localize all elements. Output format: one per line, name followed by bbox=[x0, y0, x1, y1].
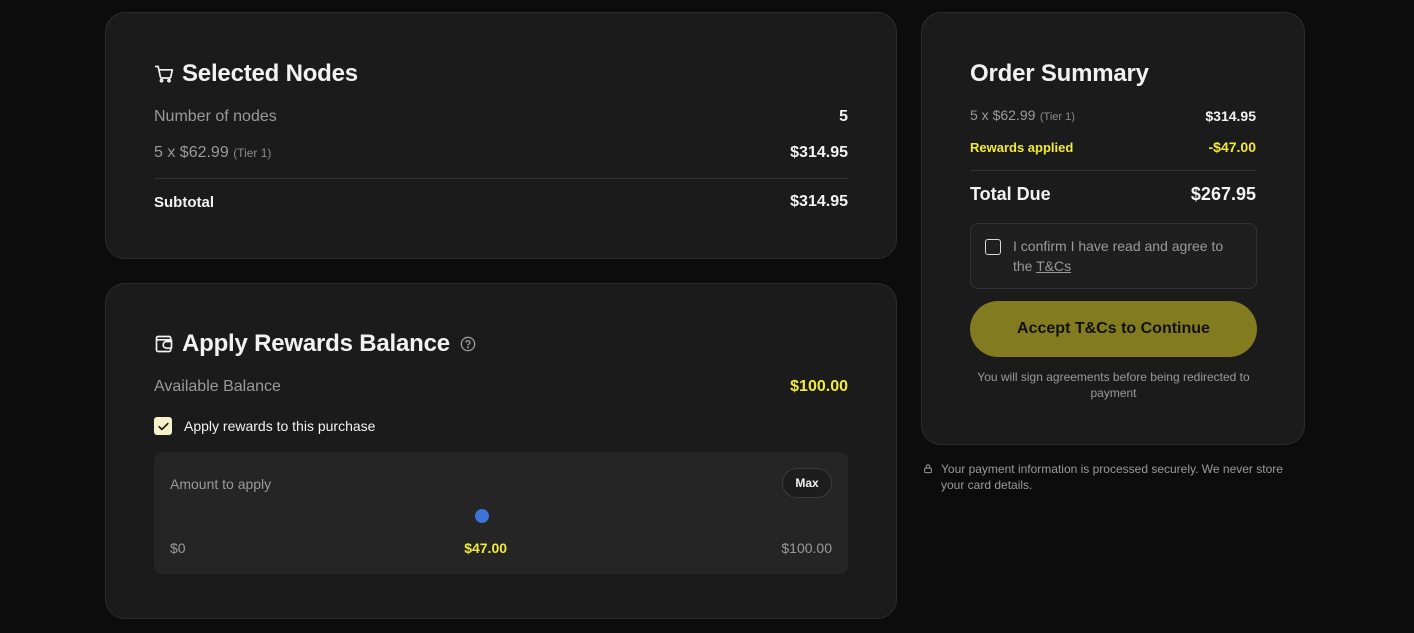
selected-nodes-title-text: Selected Nodes bbox=[182, 60, 358, 87]
amount-to-apply-label: Amount to apply bbox=[170, 476, 272, 492]
summary-divider bbox=[970, 170, 1256, 171]
help-circle-icon[interactable] bbox=[460, 336, 476, 352]
subtotal-row: Subtotal $314.95 bbox=[154, 193, 848, 211]
order-summary-card: Order Summary 5 x $62.99 (Tier 1) $314.9… bbox=[921, 12, 1305, 445]
summary-line-value: $314.95 bbox=[1205, 108, 1256, 124]
redirect-note: You will sign agreements before being re… bbox=[977, 370, 1250, 400]
apply-rewards-checkbox[interactable] bbox=[154, 417, 172, 435]
summary-line-label-wrap: 5 x $62.99 (Tier 1) bbox=[970, 107, 1075, 125]
amount-to-apply-panel: Amount to apply Max $0 $47.00 $100.00 bbox=[154, 452, 848, 574]
wallet-icon bbox=[155, 335, 173, 353]
max-button[interactable]: Max bbox=[782, 468, 832, 498]
number-of-nodes-value: 5 bbox=[839, 108, 848, 125]
rewards-card: Apply Rewards Balance Available Balance … bbox=[105, 283, 897, 619]
subtotal-value: $314.95 bbox=[790, 193, 848, 210]
rewards-applied-row: Rewards applied -$47.00 bbox=[970, 139, 1256, 155]
secure-payment-note: Your payment information is processed se… bbox=[921, 461, 1291, 493]
summary-line-row: 5 x $62.99 (Tier 1) $314.95 bbox=[970, 107, 1256, 125]
number-of-nodes-row: Number of nodes 5 bbox=[154, 108, 848, 126]
summary-line-label: 5 x $62.99 bbox=[970, 107, 1036, 123]
terms-link[interactable]: T&Cs bbox=[1036, 258, 1071, 274]
slider-min-label: $0 bbox=[170, 540, 186, 556]
summary-tier-label: (Tier 1) bbox=[1039, 111, 1075, 123]
available-balance-value: $100.00 bbox=[790, 378, 848, 395]
available-balance-row: Available Balance $100.00 bbox=[154, 378, 848, 396]
rewards-title: Apply Rewards Balance bbox=[154, 330, 476, 358]
terms-checkbox[interactable] bbox=[985, 239, 1001, 255]
total-due-label: Total Due bbox=[970, 184, 1051, 204]
total-due-value: $267.95 bbox=[1190, 184, 1256, 204]
total-due-row: Total Due $267.95 bbox=[970, 184, 1256, 205]
node-price-label-wrap: 5 x $62.99 (Tier 1) bbox=[154, 144, 271, 162]
accept-terms-button[interactable]: Accept T&Cs to Continue bbox=[970, 301, 1257, 357]
rewards-applied-value: -$47.00 bbox=[1208, 139, 1256, 155]
divider bbox=[154, 178, 848, 179]
apply-rewards-label: Apply rewards to this purchase bbox=[184, 418, 376, 434]
available-balance-label: Available Balance bbox=[154, 378, 281, 395]
apply-rewards-row[interactable]: Apply rewards to this purchase bbox=[154, 417, 848, 435]
node-price-label: 5 x $62.99 bbox=[154, 144, 229, 161]
slider-max-label: $100.00 bbox=[781, 540, 832, 556]
cart-icon bbox=[154, 65, 174, 83]
secure-note-text: Your payment information is processed se… bbox=[941, 462, 1283, 492]
subtotal-label: Subtotal bbox=[154, 193, 214, 211]
slider-thumb[interactable] bbox=[474, 509, 489, 523]
selected-nodes-title: Selected Nodes bbox=[154, 60, 358, 88]
node-price-row: 5 x $62.99 (Tier 1) $314.95 bbox=[154, 144, 848, 162]
order-summary-title: Order Summary bbox=[970, 60, 1149, 87]
node-price-value: $314.95 bbox=[790, 144, 848, 161]
checkmark-icon bbox=[157, 422, 169, 430]
tier-label: (Tier 1) bbox=[233, 146, 272, 160]
number-of-nodes-label: Number of nodes bbox=[154, 108, 277, 125]
rewards-applied-label: Rewards applied bbox=[970, 139, 1074, 155]
lock-icon bbox=[924, 464, 932, 474]
terms-confirmation-box[interactable]: I confirm I have read and agree to the T… bbox=[970, 223, 1257, 289]
rewards-title-text: Apply Rewards Balance bbox=[182, 330, 450, 357]
slider-current-value: $47.00 bbox=[464, 540, 508, 556]
terms-text: I confirm I have read and agree to the T… bbox=[1013, 236, 1244, 276]
selected-nodes-card: Selected Nodes Number of nodes 5 5 x $62… bbox=[105, 12, 897, 259]
